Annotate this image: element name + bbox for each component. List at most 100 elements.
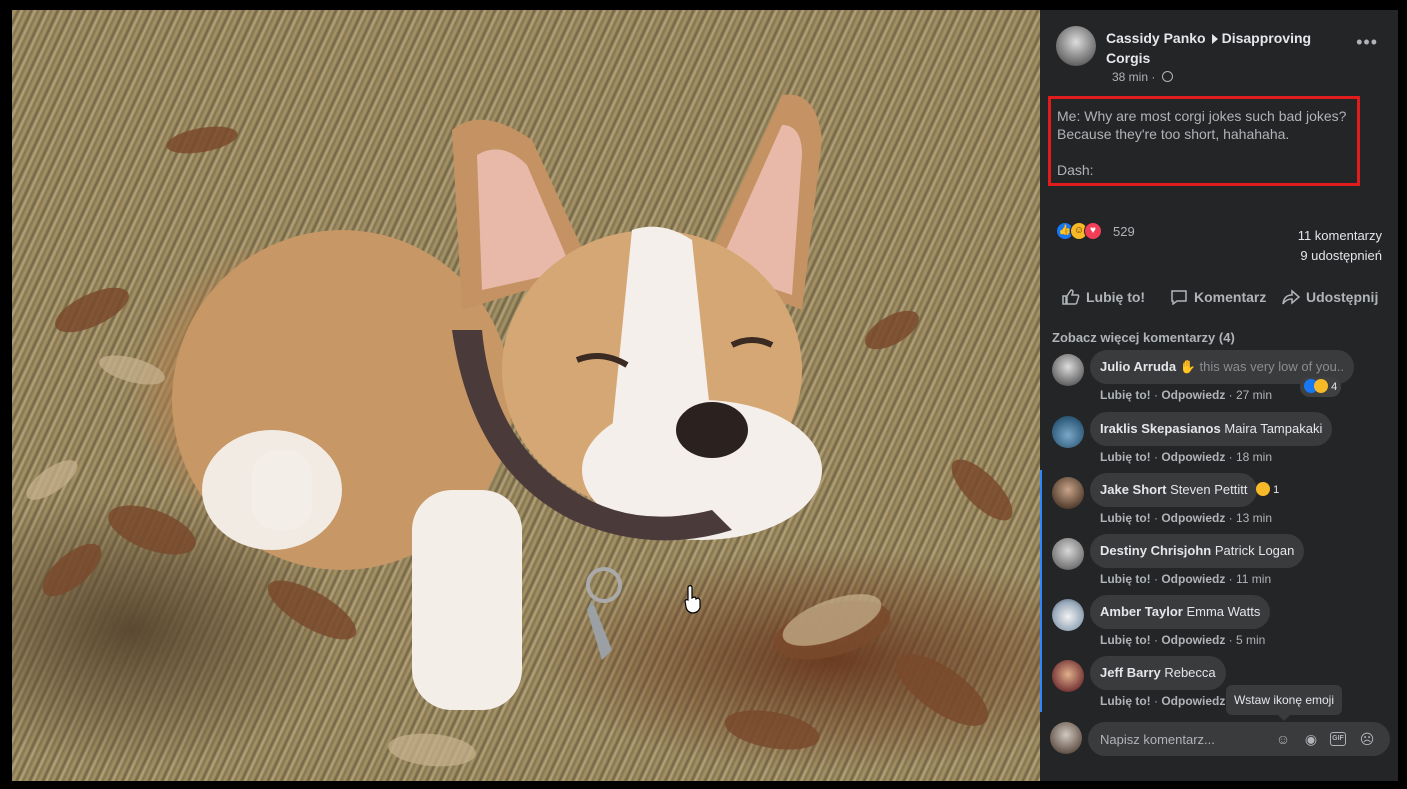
comment-actions: Lubię to! · Odpowiedz — [1100, 694, 1226, 708]
comment-actions: Lubię to! · Odpowiedz · 5 min — [1100, 633, 1266, 647]
like-label: Lubię to! — [1086, 289, 1146, 305]
wave-icon: ✋ — [1179, 359, 1196, 374]
commenter-avatar[interactable] — [1052, 354, 1084, 386]
comment-time[interactable]: 18 min — [1236, 450, 1272, 464]
corgi-illustration — [26, 94, 1013, 767]
comment-reply-button[interactable]: Odpowiedz — [1161, 450, 1225, 464]
commenter-avatar[interactable] — [1052, 416, 1084, 448]
comments-count[interactable]: 11 komentarzy — [1298, 226, 1382, 246]
comment-input-wrap: ☺ ◉ GIF ☹ — [1088, 722, 1390, 756]
emoji-icon[interactable]: ☺ — [1274, 730, 1292, 748]
share-label: Udostępnij — [1306, 289, 1379, 305]
share-arrow-icon — [1282, 289, 1300, 305]
comment-reply-button[interactable]: Odpowiedz — [1161, 633, 1225, 647]
commenter-avatar[interactable] — [1052, 538, 1084, 570]
post-text-highlighted: Me: Why are most corgi jokes such bad jo… — [1048, 96, 1360, 186]
comment-bubble: Jake Short Steven Pettitt — [1090, 473, 1258, 507]
comment-input[interactable] — [1100, 722, 1270, 756]
share-button[interactable]: Udostępnij — [1282, 282, 1378, 312]
comment-time[interactable]: 11 min — [1236, 572, 1271, 586]
post-text-line: Because they're too short, hahahaha. — [1057, 126, 1290, 142]
haha-icon — [1256, 482, 1270, 496]
comment-item: Iraklis Skepasianos Maira Tampakaki Lubi… — [1040, 412, 1398, 468]
like-button[interactable]: Lubię to! — [1062, 282, 1145, 312]
comment-actions: Lubię to! · Odpowiedz · 11 min — [1100, 572, 1272, 586]
hand-cursor-icon — [684, 585, 701, 614]
comment-item: Destiny Chrisjohn Patrick Logan Lubię to… — [1040, 534, 1398, 590]
tagged-user[interactable]: Steven Pettitt — [1170, 482, 1247, 497]
post-author-line[interactable]: Cassidy Panko Disapproving Corgis — [1106, 28, 1346, 68]
emoji-tooltip: Wstaw ikonę emoji — [1226, 685, 1342, 721]
commenter-name[interactable]: Jeff Barry — [1100, 665, 1161, 680]
comment-reply-button[interactable]: Odpowiedz — [1161, 511, 1225, 525]
comment-like-button[interactable]: Lubię to! — [1100, 694, 1151, 708]
comment-bubble: Iraklis Skepasianos Maira Tampakaki — [1090, 412, 1333, 446]
commenter-avatar[interactable] — [1052, 599, 1084, 631]
comment-item: Jeff Barry Rebecca Lubię to! · Odpowiedz — [1040, 656, 1398, 712]
comment-actions: Lubię to! · Odpowiedz · 13 min — [1100, 511, 1273, 525]
comment-reactions[interactable]: 4 — [1300, 377, 1342, 397]
comment-like-button[interactable]: Lubię to! — [1100, 450, 1151, 464]
comment-bubble: Amber Taylor Emma Watts — [1090, 595, 1271, 629]
shares-count[interactable]: 9 udostępnień — [1298, 246, 1382, 266]
post-actions: Lubię to! Komentarz Udostępnij — [1052, 282, 1386, 312]
current-user-avatar[interactable] — [1050, 722, 1082, 754]
commenter-name[interactable]: Julio Arruda — [1100, 359, 1176, 374]
post-text-line: Dash: — [1057, 162, 1094, 178]
comment-actions: Lubię to! · Odpowiedz · 27 min — [1100, 388, 1273, 402]
comment-like-button[interactable]: Lubię to! — [1100, 511, 1151, 525]
commenter-name[interactable]: Jake Short — [1100, 482, 1166, 497]
comment-time[interactable]: 5 min — [1236, 633, 1265, 647]
comment-bubble: Jeff Barry Rebecca — [1090, 656, 1226, 690]
triangle-right-icon — [1211, 33, 1218, 44]
comment-item: Amber Taylor Emma Watts Lubię to! · Odpo… — [1040, 595, 1398, 651]
post-photo[interactable] — [12, 10, 1040, 781]
reaction-count[interactable]: 529 — [1113, 224, 1135, 239]
comment-label: Komentarz — [1194, 289, 1267, 305]
comment-like-button[interactable]: Lubię to! — [1100, 388, 1151, 402]
author-avatar[interactable] — [1056, 26, 1096, 66]
comment-button[interactable]: Komentarz — [1170, 282, 1266, 312]
tagged-user[interactable]: Emma Watts — [1186, 604, 1260, 619]
top-bar — [0, 0, 1407, 10]
comment-text: this was very low of you.. — [1199, 359, 1345, 374]
comment-reply-button[interactable]: Odpowiedz — [1161, 388, 1225, 402]
comment-item: Julio Arruda ✋ this was very low of you.… — [1040, 350, 1398, 406]
tagged-user[interactable]: Rebecca — [1164, 665, 1215, 680]
comment-bubble: Destiny Chrisjohn Patrick Logan — [1090, 534, 1305, 568]
commenter-name[interactable]: Iraklis Skepasianos — [1100, 421, 1221, 436]
commenter-name[interactable]: Amber Taylor — [1100, 604, 1183, 619]
comment-reactions[interactable]: 1 — [1252, 480, 1283, 500]
camera-icon[interactable]: ◉ — [1302, 730, 1320, 748]
comment-time[interactable]: 27 min — [1236, 388, 1272, 402]
author-name[interactable]: Cassidy Panko — [1106, 30, 1206, 46]
commenter-avatar[interactable] — [1052, 660, 1084, 692]
comment-like-button[interactable]: Lubię to! — [1100, 633, 1151, 647]
see-more-comments-link[interactable]: Zobacz więcej komentarzy (4) — [1052, 330, 1235, 345]
comment-actions: Lubię to! · Odpowiedz · 18 min — [1100, 450, 1273, 464]
globe-icon — [1161, 71, 1173, 82]
post-text-line: Me: Why are most corgi jokes such bad jo… — [1057, 108, 1347, 124]
post-time[interactable]: 38 min — [1112, 70, 1148, 84]
tagged-user[interactable]: Maira Tampakaki — [1224, 421, 1322, 436]
post-meta: 38 min · — [1112, 70, 1173, 84]
comment-bubble-icon — [1171, 290, 1187, 305]
post-sidebar: Cassidy Panko Disapproving Corgis 38 min … — [1040, 10, 1398, 781]
comment-reaction-count: 4 — [1331, 381, 1338, 393]
commenter-name[interactable]: Destiny Chrisjohn — [1100, 543, 1211, 558]
gif-icon[interactable]: GIF — [1330, 732, 1346, 746]
commenter-avatar[interactable] — [1052, 477, 1084, 509]
thread-indicator — [1040, 470, 1042, 712]
engagement-counts: 11 komentarzy 9 udostępnień — [1298, 226, 1382, 266]
comment-time[interactable]: 13 min — [1236, 511, 1272, 525]
tagged-user[interactable]: Patrick Logan — [1215, 543, 1295, 558]
comment-reply-button[interactable]: Odpowiedz — [1161, 694, 1225, 708]
comment-reply-button[interactable]: Odpowiedz — [1161, 572, 1225, 586]
sticker-icon[interactable]: ☹ — [1358, 730, 1376, 748]
more-options-icon[interactable]: ••• — [1356, 32, 1378, 53]
comment-like-button[interactable]: Lubię to! — [1100, 572, 1151, 586]
comment-item: Jake Short Steven Pettitt 1 Lubię to! · … — [1040, 473, 1398, 529]
comment-composer: ☺ ◉ GIF ☹ — [1050, 722, 1392, 758]
comment-reaction-count: 1 — [1273, 484, 1280, 496]
post-header: Cassidy Panko Disapproving Corgis 38 min … — [1056, 26, 1386, 86]
